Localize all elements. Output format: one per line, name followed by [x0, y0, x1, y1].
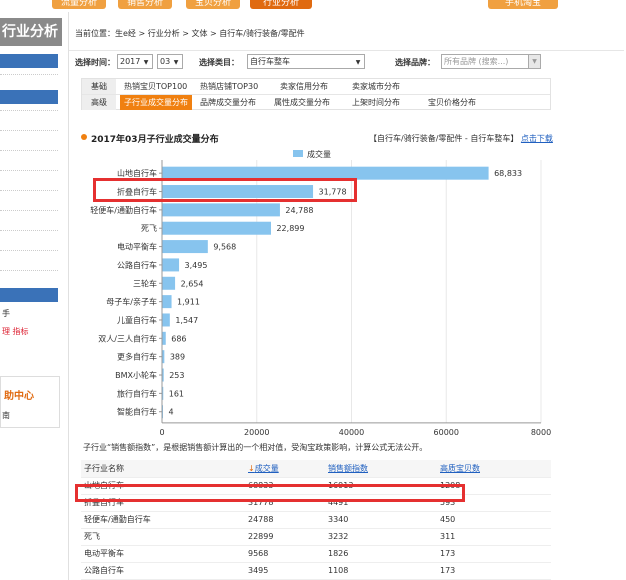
divider — [0, 230, 58, 231]
tab-group-advanced: 高级 — [82, 95, 116, 110]
analysis-tabs: 基础 热销宝贝TOP100 热销店铺TOP30 卖家信用分布 卖家城市分布 高级… — [81, 78, 551, 110]
cell-sales-index: 1826 — [325, 545, 437, 563]
sidebar: 行业分析 手 理 指标 助中心 南 — [0, 12, 62, 580]
highlight-box-chart — [93, 178, 357, 202]
col-volume[interactable]: ↓成交量 — [245, 460, 325, 478]
table-row: 轻便车/通勤自行车 24788 3340 450 — [81, 511, 551, 529]
tab-price-distribution[interactable]: 宝贝价格分布 — [428, 95, 476, 110]
chevron-down-icon: ▼ — [143, 59, 149, 66]
col-quality-items[interactable]: 高质宝贝数 — [437, 460, 551, 478]
cell-subindustry[interactable]: 公路自行车 — [81, 562, 245, 580]
chevron-down-icon: ▼ — [355, 59, 361, 66]
sidebar-item[interactable]: 手 — [2, 308, 10, 319]
col-subindustry: 子行业名称 — [81, 460, 245, 478]
subindustry-table: 子行业名称 ↓成交量 销售额指数 高质宝贝数 山地自行车 68833 16913 12… — [81, 460, 551, 580]
table-row: 死飞 22899 3232 311 — [81, 528, 551, 546]
cell-sales-index: 3340 — [325, 511, 437, 529]
brand-search-input[interactable]: 所有品牌 (搜索...) ▼ — [441, 54, 541, 69]
tab-attribute-volume[interactable]: 属性成交量分布 — [274, 95, 330, 110]
category-select[interactable]: 自行车整车 ▼ — [247, 54, 365, 69]
col-sales-index[interactable]: 销售额指数 — [325, 460, 437, 478]
table-header-row: 子行业名称 ↓成交量 销售额指数 高质宝贝数 — [81, 460, 551, 478]
brand-placeholder: 所有品牌 (搜索...) — [444, 57, 509, 66]
top-nav: 流量分析 销售分析 宝贝分析 行业分析 手机淘宝 — [0, 0, 626, 10]
divider — [0, 150, 58, 151]
tab-seller-city[interactable]: 卖家城市分布 — [352, 79, 400, 94]
sort-desc-icon: ↓ — [248, 463, 255, 473]
col-volume-label: 成交量 — [254, 463, 279, 473]
index-note: 子行业“销售额指数”，是根据销售额计算出的一个相对值，受淘宝政策影响，计算公式无… — [83, 443, 428, 452]
table-row: 电动平衡车 9568 1826 173 — [81, 545, 551, 563]
cell-volume: 3495 — [245, 562, 325, 580]
cell-quality-items: 311 — [437, 528, 551, 546]
filter-bar: 选择时间： 2017 ▼ 03 ▼ 选择类目： 自行车整车 ▼ 选择品牌： 所有品牌 … — [75, 53, 620, 71]
sidebar-section-1[interactable] — [0, 54, 58, 68]
cell-volume: 24788 — [245, 511, 325, 529]
chart-panel: 2017年03月子行业成交量分布 【自行车/骑行装备/零配件 - 自行车整车】 … — [75, 120, 553, 452]
cell-sales-index: 3232 — [325, 528, 437, 546]
nav-tab-mobile[interactable]: 手机淘宝 — [488, 0, 558, 9]
cell-subindustry[interactable]: 死飞 — [81, 528, 245, 546]
sidebar-title: 行业分析 — [0, 18, 62, 46]
download-link[interactable]: 点击下载 — [521, 134, 553, 143]
divider — [0, 250, 58, 251]
divider — [0, 190, 58, 191]
breadcrumb: 当前位置：生e经 > 行业分析 > 文体 > 自行车/骑行装备/零配件 — [75, 29, 305, 38]
year-value: 2017 — [120, 57, 141, 66]
tab-seller-credit[interactable]: 卖家信用分布 — [280, 79, 328, 94]
sidebar-section-2[interactable] — [0, 90, 58, 104]
bullet-icon — [81, 134, 87, 140]
tab-top100-items[interactable]: 热销宝贝TOP100 — [124, 79, 187, 94]
tab-top30-shops[interactable]: 热销店铺TOP30 — [200, 79, 258, 94]
cell-quality-items: 173 — [437, 562, 551, 580]
cell-subindustry[interactable]: 轻便车/通勤自行车 — [81, 511, 245, 529]
chart-path: 【自行车/骑行装备/零配件 - 自行车整车】 点击下载 — [369, 133, 553, 144]
highlight-box-table — [75, 484, 465, 502]
brand-label: 选择品牌： — [395, 58, 435, 67]
chart-category-path: 【自行车/骑行装备/零配件 - 自行车整车】 — [369, 134, 519, 143]
category-label: 选择类目： — [199, 58, 239, 67]
tab-subindustry-volume[interactable]: 子行业成交量分布 — [120, 95, 192, 110]
month-select[interactable]: 03 ▼ — [157, 54, 183, 69]
cell-quality-items: 450 — [437, 511, 551, 529]
divider — [0, 210, 58, 211]
chart-title: 2017年03月子行业成交量分布 — [91, 135, 219, 145]
cell-volume: 22899 — [245, 528, 325, 546]
cell-volume: 9568 — [245, 545, 325, 563]
cell-subindustry[interactable]: 电动平衡车 — [81, 545, 245, 563]
chevron-down-icon[interactable]: ▼ — [528, 55, 540, 68]
chevron-down-icon: ▼ — [173, 59, 179, 66]
tab-listing-time[interactable]: 上架时间分布 — [352, 95, 400, 110]
table-row: 公路自行车 3495 1108 173 — [81, 562, 551, 580]
help-guide-link[interactable]: 南 — [2, 410, 10, 421]
divider — [69, 50, 624, 51]
help-center-title: 助中心 — [4, 391, 34, 402]
nav-tab-traffic[interactable]: 流量分析 — [52, 0, 106, 9]
divider — [0, 110, 58, 111]
divider — [0, 170, 58, 171]
divider — [0, 74, 58, 75]
nav-tab-sales[interactable]: 销售分析 — [118, 0, 172, 9]
year-select[interactable]: 2017 ▼ — [117, 54, 153, 69]
sidebar-section-3[interactable] — [0, 288, 58, 302]
divider — [0, 130, 58, 131]
nav-tab-items[interactable]: 宝贝分析 — [186, 0, 240, 9]
cell-sales-index: 1108 — [325, 562, 437, 580]
nav-tab-industry[interactable]: 行业分析 — [250, 0, 312, 9]
sidebar-item-metrics[interactable]: 理 指标 — [2, 326, 29, 337]
tab-brand-volume[interactable]: 品牌成交量分布 — [200, 95, 256, 110]
tab-group-basic: 基础 — [82, 79, 116, 94]
category-value: 自行车整车 — [250, 57, 290, 66]
cell-quality-items: 173 — [437, 545, 551, 563]
divider — [0, 270, 58, 271]
time-label: 选择时间： — [75, 58, 115, 67]
month-value: 03 — [160, 57, 171, 66]
